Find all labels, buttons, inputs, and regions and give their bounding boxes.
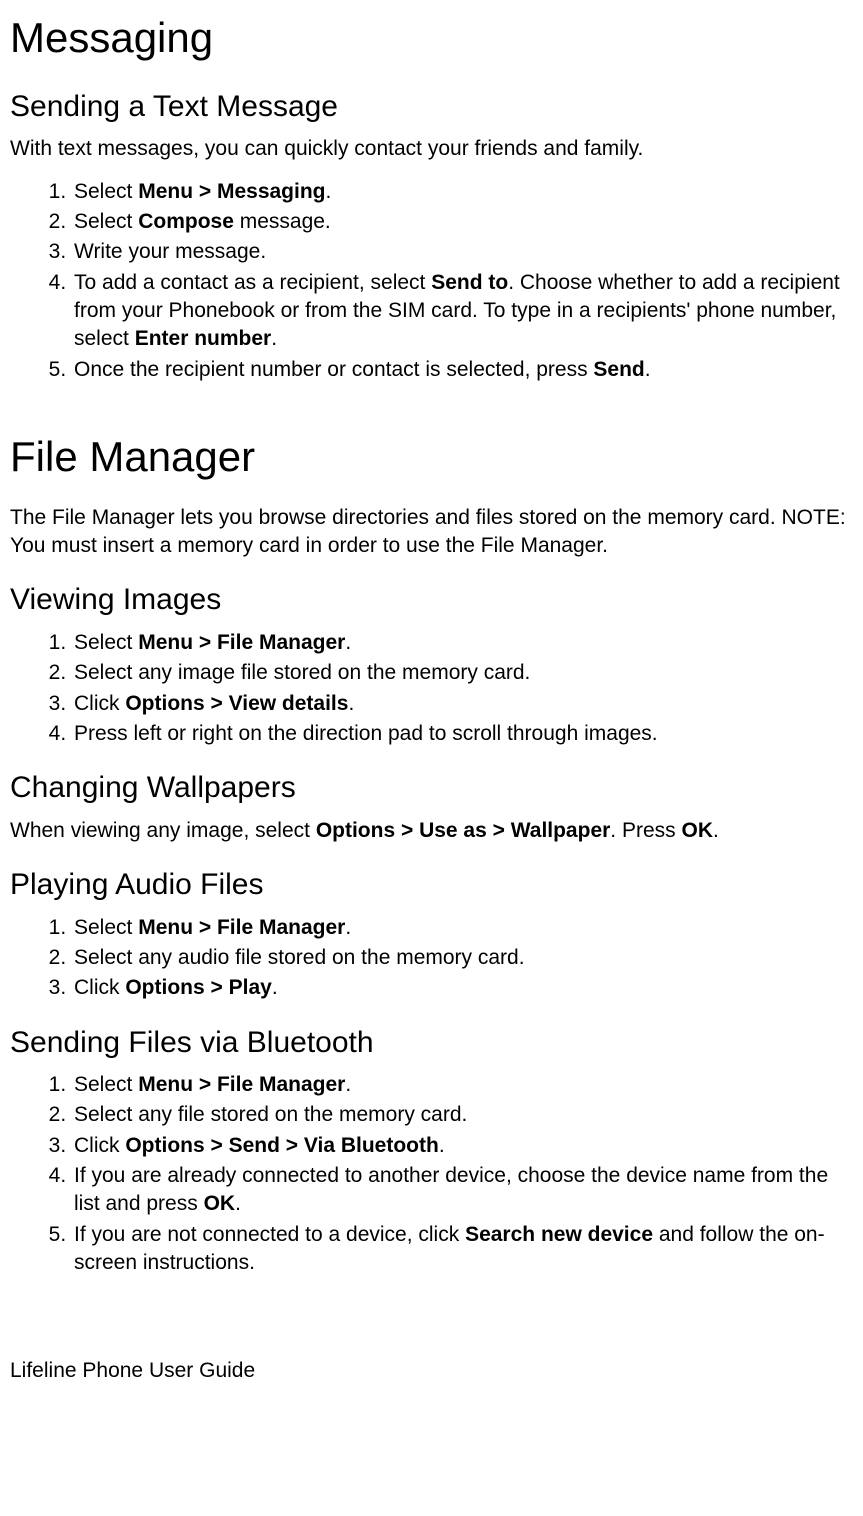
changing-wallpapers-text: When viewing any image, select Options >… [10,817,853,845]
list-item: Select any audio file stored on the memo… [72,944,853,972]
list-item: Select Compose message. [72,208,853,236]
list-item: Click Options > Play. [72,974,853,1002]
list-item: Select Menu > File Manager. [72,629,853,657]
list-item: Select Menu > File Manager. [72,914,853,942]
sending-text-steps: Select Menu > Messaging. Select Compose … [10,178,853,384]
list-item: To add a contact as a recipient, select … [72,269,853,354]
viewing-images-heading: Viewing Images [10,580,853,621]
list-item: Select Menu > File Manager. [72,1071,853,1099]
filemanager-title: File Manager [10,429,853,486]
list-item: Select any file stored on the memory car… [72,1101,853,1129]
list-item: Click Options > View details. [72,690,853,718]
messaging-title: Messaging [10,10,853,67]
sending-text-intro: With text messages, you can quickly cont… [10,135,853,163]
playing-audio-heading: Playing Audio Files [10,865,853,906]
list-item: If you are not connected to a device, cl… [72,1221,853,1278]
changing-wallpapers-heading: Changing Wallpapers [10,768,853,809]
sending-bluetooth-steps: Select Menu > File Manager. Select any f… [10,1071,853,1277]
sending-bluetooth-heading: Sending Files via Bluetooth [10,1023,853,1064]
list-item: Once the recipient number or contact is … [72,356,853,384]
footer-text: Lifeline Phone User Guide [10,1357,853,1385]
list-item: Write your message. [72,238,853,266]
list-item: If you are already connected to another … [72,1162,853,1219]
playing-audio-steps: Select Menu > File Manager. Select any a… [10,914,853,1003]
filemanager-intro: The File Manager lets you browse directo… [10,504,853,561]
list-item: Click Options > Send > Via Bluetooth. [72,1132,853,1160]
viewing-images-steps: Select Menu > File Manager. Select any i… [10,629,853,748]
list-item: Press left or right on the direction pad… [72,720,853,748]
list-item: Select Menu > Messaging. [72,178,853,206]
sending-text-heading: Sending a Text Message [10,87,853,128]
list-item: Select any image file stored on the memo… [72,659,853,687]
